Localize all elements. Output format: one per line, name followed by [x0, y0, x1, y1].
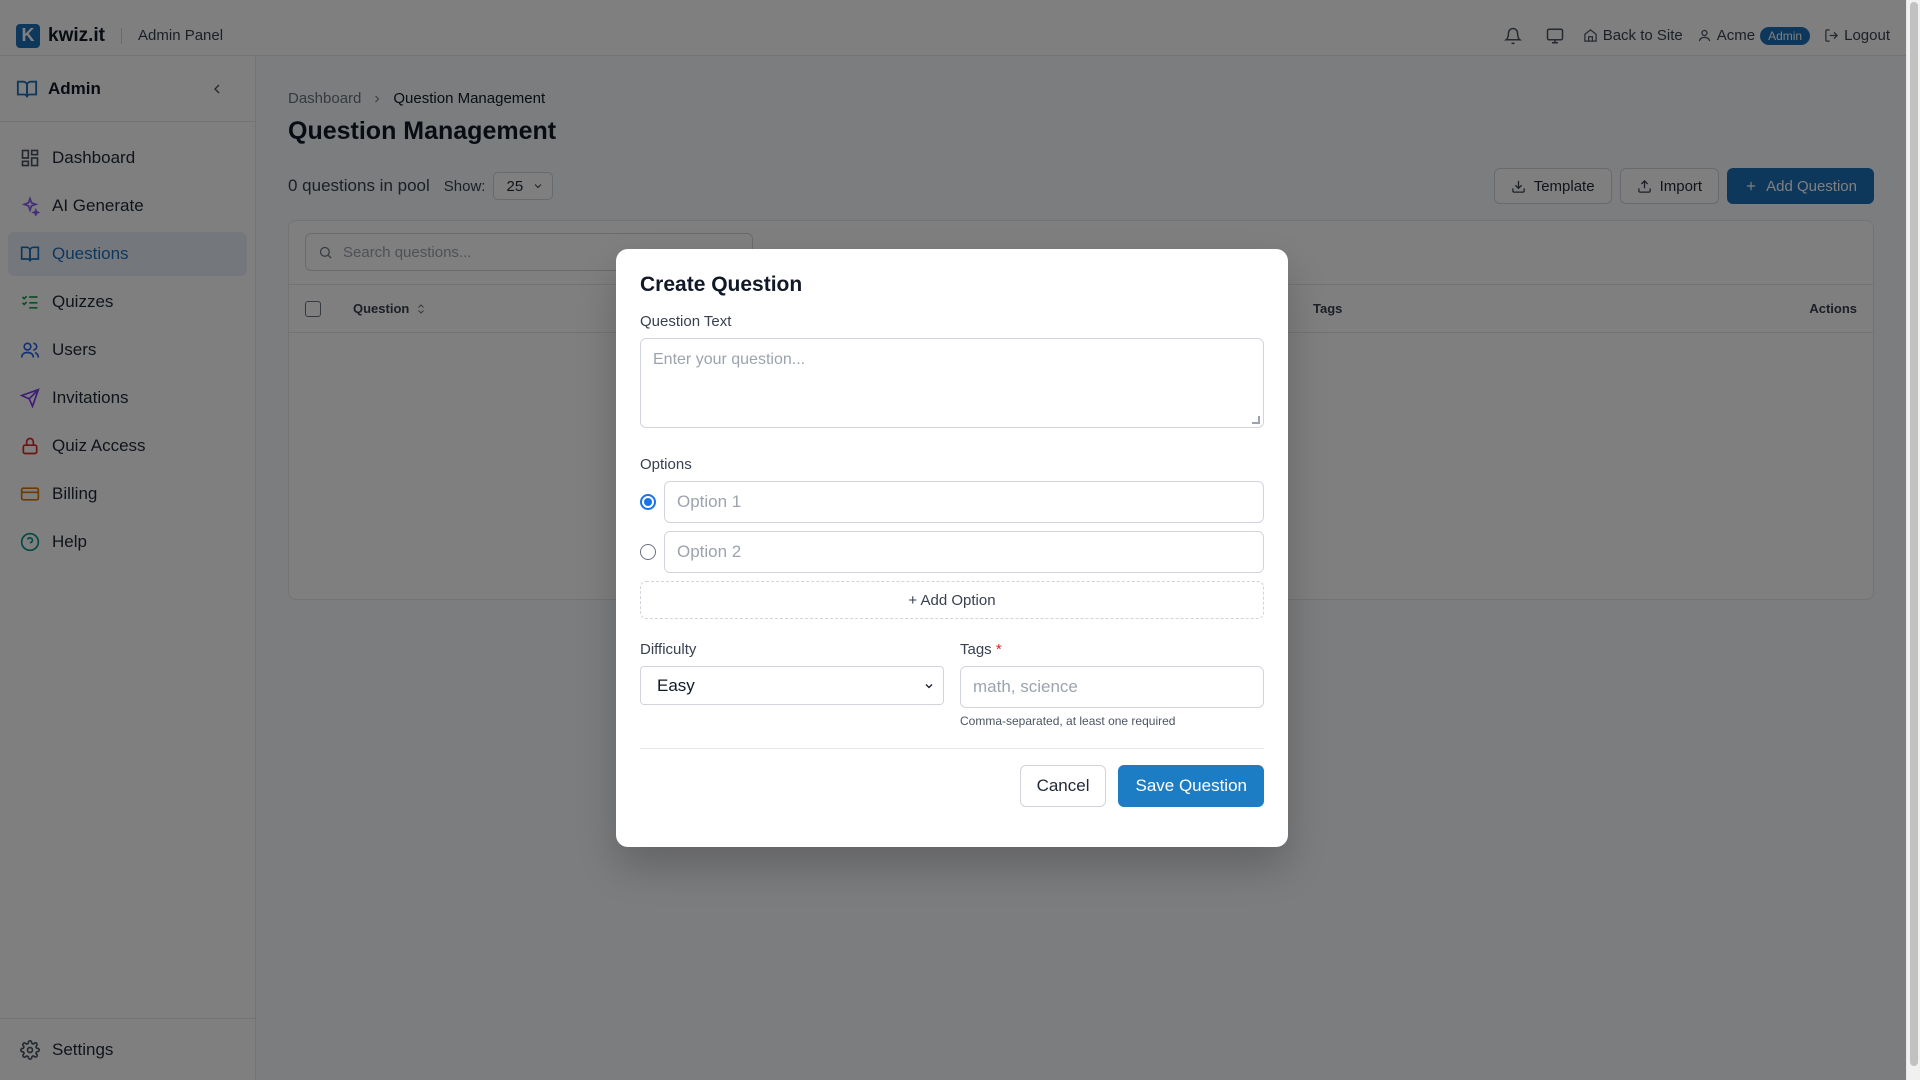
option-row: Option 1: [640, 481, 1264, 523]
option-row: Option 2: [640, 531, 1264, 573]
options-label: Options: [640, 456, 692, 473]
dialog-actions: Cancel Save Question: [640, 765, 1264, 807]
tags-label-row: Tags *: [960, 641, 1264, 658]
option-2-input[interactable]: Option 2: [664, 531, 1264, 573]
difficulty-tags-row: Difficulty Easy Tags * math, science Com…: [640, 641, 1264, 728]
save-question-button[interactable]: Save Question: [1118, 765, 1264, 807]
create-question-dialog: Create Question Question Text Enter your…: [616, 249, 1288, 847]
question-text-placeholder: Enter your question...: [653, 351, 806, 368]
add-option-button[interactable]: + Add Option: [640, 581, 1264, 619]
dialog-title: Create Question: [640, 273, 803, 296]
option-1-placeholder: Option 1: [677, 492, 742, 511]
difficulty-value: Easy: [657, 675, 695, 695]
difficulty-select[interactable]: Easy: [640, 666, 944, 705]
resize-handle-icon[interactable]: [1252, 416, 1260, 424]
option-2-radio[interactable]: [640, 544, 656, 560]
tags-label: Tags: [960, 641, 992, 658]
tags-help-text: Comma-separated, at least one required: [960, 714, 1176, 728]
chevron-down-icon: [925, 683, 933, 688]
difficulty-label: Difficulty: [640, 641, 697, 658]
tags-input[interactable]: math, science: [960, 666, 1264, 708]
tags-placeholder: math, science: [973, 677, 1078, 696]
option-2-placeholder: Option 2: [677, 542, 742, 561]
tags-field: Tags * math, science Comma-separated, at…: [960, 641, 1264, 728]
difficulty-field: Difficulty Easy: [640, 641, 944, 728]
option-1-radio[interactable]: [640, 494, 656, 510]
cancel-button[interactable]: Cancel: [1019, 765, 1107, 807]
scrollbar-thumb[interactable]: [1910, 2, 1918, 1066]
page-scrollbar[interactable]: [1906, 0, 1920, 1080]
required-mark: *: [995, 641, 1002, 658]
dialog-divider: [640, 748, 1264, 749]
question-text-label: Question Text: [640, 313, 732, 330]
option-1-input[interactable]: Option 1: [664, 481, 1264, 523]
question-text-input[interactable]: Enter your question...: [640, 338, 1264, 428]
